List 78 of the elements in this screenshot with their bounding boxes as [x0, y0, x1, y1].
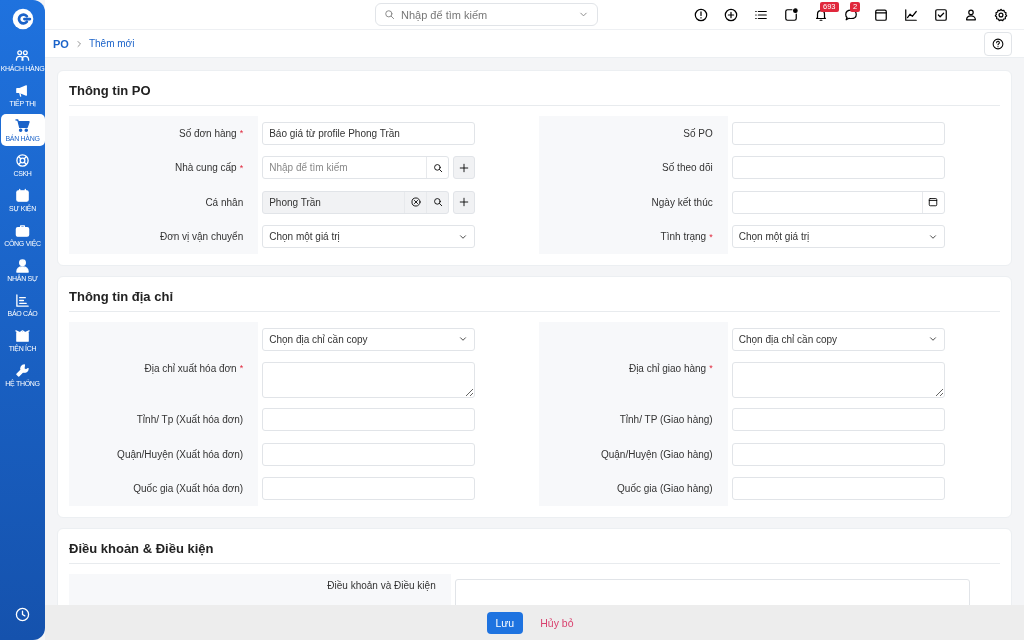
help-button[interactable]	[984, 31, 1012, 56]
note-icon	[784, 7, 798, 22]
text-field[interactable]	[262, 408, 476, 432]
search-icon	[432, 197, 443, 208]
chat-icon	[844, 7, 858, 22]
clear-icon	[410, 197, 421, 208]
cart-icon	[15, 118, 30, 133]
plus-icon	[459, 197, 470, 208]
lifebuoy-icon	[15, 153, 30, 168]
text-field[interactable]	[731, 408, 945, 432]
select-field[interactable]: Chọn địa chỉ cần copy	[731, 327, 945, 351]
required-mark: *	[239, 128, 244, 139]
wrench-icon	[15, 363, 30, 378]
required-mark: *	[239, 362, 244, 373]
field-label: Số đơn hàng	[178, 127, 237, 139]
briefcase-icon	[15, 223, 30, 238]
bell-icon	[814, 7, 828, 22]
megaphone-icon	[15, 83, 30, 98]
lookup-field[interactable]: Nhập để tìm kiếm	[262, 156, 450, 180]
plus-icon	[459, 162, 470, 173]
add-icon	[724, 7, 738, 22]
calendar-icon	[928, 197, 939, 208]
cancel-button[interactable]: Hủy bỏ	[531, 611, 583, 634]
required-mark: *	[709, 362, 713, 373]
field-label: Quận/Huyện (Giao hàng)	[600, 448, 713, 460]
select-field[interactable]: Chọn một giá trị	[731, 225, 945, 249]
text-field[interactable]	[731, 442, 945, 466]
section-title: Thông tin PO	[69, 71, 1000, 106]
section-title: Điều khoản & Điều kiện	[69, 529, 1000, 564]
chevron-right-icon	[74, 39, 83, 48]
required-mark: *	[239, 162, 244, 173]
text-field[interactable]: Báo giá từ profile Phong Trần	[262, 121, 476, 145]
field-label: Quốc gia (Giao hàng)	[617, 483, 713, 495]
breadcrumb-link[interactable]: Thêm mới	[88, 38, 135, 49]
box-icon	[15, 328, 30, 343]
field-label: Số PO	[683, 127, 713, 139]
help-icon	[992, 37, 1004, 50]
alert-icon	[694, 7, 708, 22]
text-field[interactable]	[731, 121, 945, 145]
logo-icon	[11, 8, 34, 30]
text-field[interactable]	[731, 477, 945, 501]
clock-icon	[15, 607, 30, 622]
settings-icon	[994, 7, 1008, 22]
field-label: Quận/Huyện (Xuất hóa đơn)	[117, 448, 244, 460]
breadcrumb-link[interactable]: PO	[53, 37, 69, 50]
field-label: Địa chỉ xuất hóa đơn	[144, 362, 237, 374]
date-field[interactable]	[731, 190, 945, 214]
field-label: Tỉnh/ TP (Giao hàng)	[619, 414, 713, 426]
chart-icon	[904, 7, 918, 22]
field-label: Điều khoản và Điều kiện	[327, 580, 436, 591]
field-label: Nhà cung cấp	[174, 162, 237, 174]
field-label: Ngày kết thúc	[651, 196, 713, 208]
field-label: Tình trạng	[660, 231, 707, 243]
field-label: Địa chỉ giao hàng	[628, 362, 707, 374]
text-field[interactable]	[262, 442, 476, 466]
calendar-icon	[874, 7, 888, 22]
search-icon	[384, 9, 395, 20]
checkbox-icon	[934, 7, 948, 22]
search-icon	[432, 162, 443, 173]
user-icon	[964, 7, 978, 22]
field-label: Tỉnh/ Tp (Xuất hóa đơn)	[136, 414, 244, 426]
select-field[interactable]: Chọn địa chỉ cần copy	[262, 327, 476, 351]
field-label: Đơn vị vận chuyển	[159, 231, 244, 243]
text-field[interactable]	[262, 477, 476, 501]
text-field[interactable]	[731, 156, 945, 180]
select-field[interactable]: Chọn một giá trị	[262, 225, 476, 249]
save-button[interactable]: Lưu	[486, 611, 524, 634]
search-field[interactable]: Nhập để tìm kiếm	[375, 3, 598, 26]
lookup-field[interactable]: Phong Trần	[262, 190, 450, 214]
section-title: Thông tin địa chỉ	[69, 277, 1000, 312]
people-icon	[15, 48, 30, 63]
field-label: Số theo dõi	[662, 162, 713, 174]
calendar-icon	[15, 188, 30, 203]
required-mark: *	[709, 231, 713, 242]
person-icon	[15, 258, 30, 273]
report-icon	[15, 293, 30, 308]
field-label: Quốc gia (Xuất hóa đơn)	[133, 483, 244, 495]
field-label: Cá nhân	[205, 196, 244, 208]
